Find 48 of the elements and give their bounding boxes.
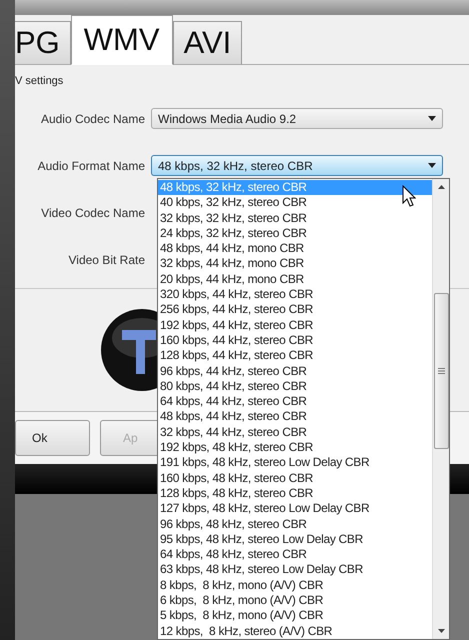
caret-icon: [428, 163, 436, 168]
tab[interactable]: PG: [15, 21, 71, 65]
list-option[interactable]: 5 kbps, 8 kHz, mono (A/V) CBR: [158, 608, 432, 624]
group-title: V settings: [15, 74, 64, 89]
list-option[interactable]: 192 kbps, 48 kHz, stereo CBR: [158, 440, 432, 456]
list-option[interactable]: 80 kbps, 44 kHz, stereo CBR: [158, 378, 432, 394]
list-option[interactable]: 32 kbps, 44 kHz, stereo CBR: [158, 424, 432, 440]
list-option[interactable]: 8 kbps, 8 kHz, mono (A/V) CBR: [158, 578, 432, 594]
list-option[interactable]: 63 kbps, 48 kHz, stereo Low Delay CBR: [158, 562, 432, 578]
field-label: Audio Format Name: [36, 158, 146, 172]
list-option[interactable]: 24 kbps, 32 kHz, stereo CBR: [158, 226, 432, 242]
scroll-thumb[interactable]: [434, 293, 448, 449]
list-option[interactable]: 160 kbps, 48 kHz, stereo CBR: [158, 470, 432, 486]
field-label: Video Bit Rate: [68, 252, 146, 266]
field-label: Audio Codec Name: [40, 112, 146, 126]
tab[interactable]: WMV: [70, 15, 173, 65]
list-option[interactable]: 32 kbps, 32 kHz, stereo CBR: [158, 210, 432, 226]
list-option[interactable]: 96 kbps, 44 kHz, stereo CBR: [158, 364, 432, 379]
scrollbar[interactable]: [432, 179, 449, 639]
mouse-cursor-icon: [402, 185, 416, 207]
tab[interactable]: AVI: [172, 21, 242, 65]
field-label: Video Codec Name: [40, 206, 146, 220]
list-option[interactable]: 96 kbps, 48 kHz, stereo CBR: [158, 516, 432, 532]
list-option[interactable]: 128 kbps, 44 kHz, stereo CBR: [158, 348, 432, 364]
list-option[interactable]: 128 kbps, 48 kHz, stereo CBR: [158, 486, 432, 502]
list-option[interactable]: 6 kbps, 8 kHz, mono (A/V) CBR: [158, 593, 432, 608]
list-option[interactable]: 12 kbps, 8 kHz, stereo (A/V) CBR: [158, 624, 432, 639]
list-option[interactable]: 48 kbps, 44 kHz, stereo CBR: [158, 409, 432, 425]
list-option[interactable]: 64 kbps, 48 kHz, stereo CBR: [158, 547, 432, 562]
list-option[interactable]: 48 kbps, 44 kHz, mono CBR: [158, 241, 432, 256]
list-option[interactable]: 127 kbps, 48 kHz, stereo Low Delay CBR: [158, 501, 432, 517]
caret-icon: [428, 116, 436, 121]
list-option[interactable]: 20 kbps, 44 kHz, mono CBR: [158, 272, 432, 288]
list-option[interactable]: 32 kbps, 44 kHz, mono CBR: [158, 256, 432, 272]
down-arrow-icon[interactable]: [438, 629, 444, 633]
dialog-button[interactable]: Ok: [15, 420, 90, 456]
list-option[interactable]: 320 kbps, 44 kHz, stereo CBR: [158, 287, 432, 302]
grip-icon: [438, 368, 444, 374]
up-arrow-icon[interactable]: [438, 185, 444, 189]
list-option[interactable]: 192 kbps, 44 kHz, stereo CBR: [158, 318, 432, 333]
list-option[interactable]: 95 kbps, 48 kHz, stereo Low Delay CBR: [158, 532, 432, 548]
list-option[interactable]: 191 kbps, 48 kHz, stereo Low Delay CBR: [158, 455, 432, 471]
list-option[interactable]: 40 kbps, 32 kHz, stereo CBR: [158, 195, 432, 211]
list-option[interactable]: 160 kbps, 44 kHz, stereo CBR: [158, 332, 432, 348]
dropdown-field[interactable]: 48 kbps, 32 kHz, stereo CBR: [151, 155, 443, 176]
list-option[interactable]: 64 kbps, 44 kHz, stereo CBR: [158, 394, 432, 410]
dropdown-field[interactable]: Windows Media Audio 9.2: [151, 108, 443, 129]
list-option[interactable]: 256 kbps, 44 kHz, stereo CBR: [158, 302, 432, 318]
